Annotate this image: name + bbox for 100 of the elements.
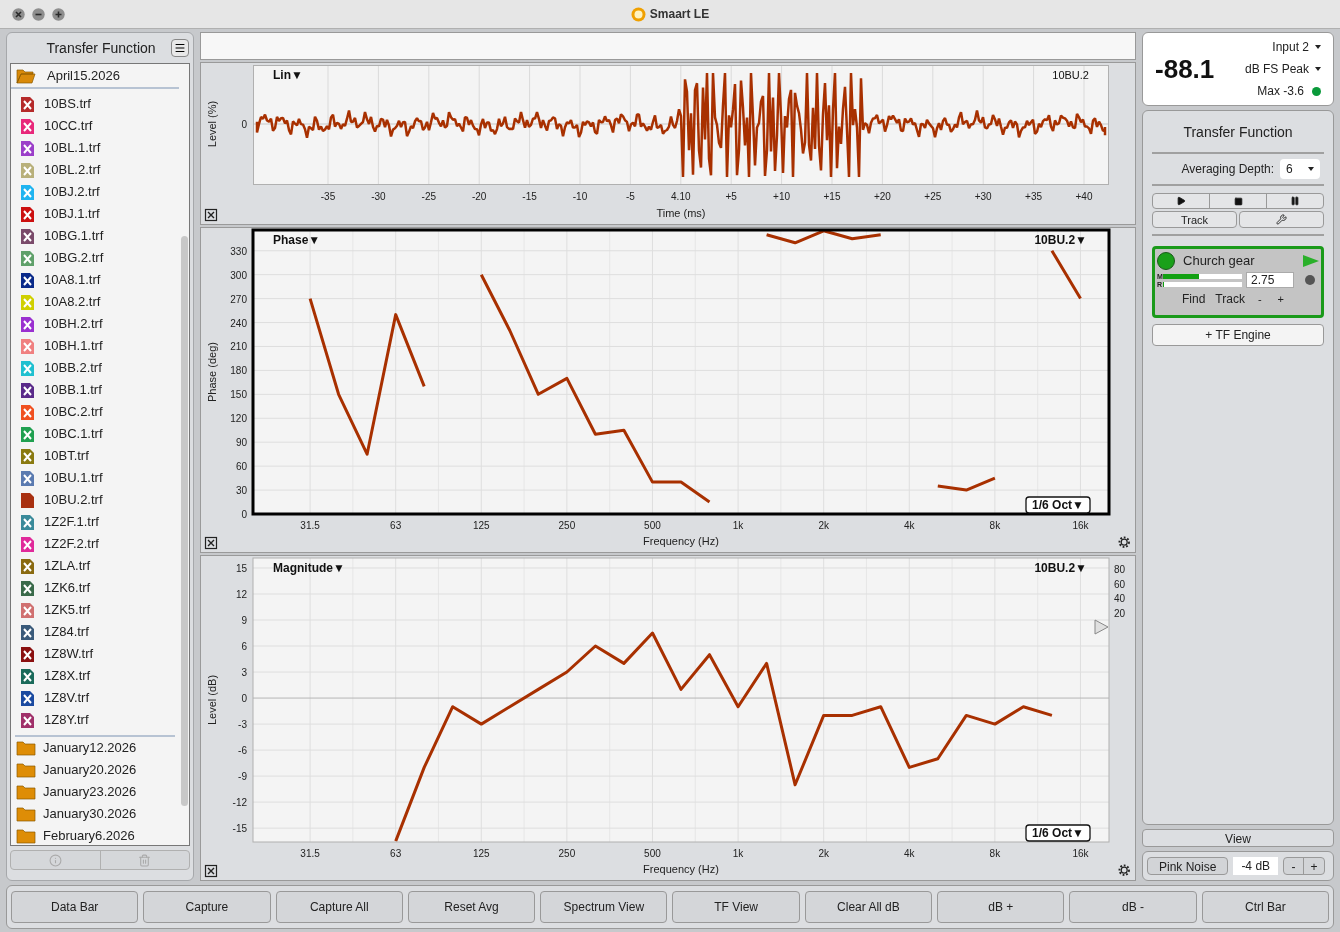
axis-tick-label: -5 (625, 191, 635, 202)
file-label: 1Z84.trf (44, 623, 89, 642)
settings-icon[interactable] (1118, 864, 1130, 876)
add-engine-button[interactable]: + TF Engine (1152, 324, 1324, 346)
minimize-button[interactable] (32, 7, 45, 21)
info-icon (48, 853, 62, 867)
input-selector[interactable]: Input 2 (1272, 38, 1321, 56)
marker-triangle-icon[interactable] (1094, 619, 1109, 635)
folder-item[interactable]: April15.2026 (11, 64, 179, 89)
axis-tick-label: 15 (235, 562, 247, 574)
folder-item[interactable]: February6.2026 (11, 825, 179, 845)
generator-button[interactable]: Pink Noise (1147, 857, 1229, 875)
axis-tick-label: 250 (558, 520, 576, 531)
zoom-button[interactable] (52, 7, 65, 21)
trace-menu[interactable]: 10BU.2▼ (1034, 561, 1087, 575)
toolbar-button[interactable]: TF View (672, 891, 800, 923)
file-item[interactable]: 10BC.2.trf (15, 401, 175, 423)
file-item[interactable]: 10BH.2.trf (15, 313, 175, 335)
engine-status-light[interactable] (1157, 251, 1175, 270)
file-item[interactable]: 1Z84.trf (15, 621, 175, 643)
folder-item[interactable]: January12.2026 (11, 737, 179, 759)
close-icon[interactable] (204, 208, 218, 222)
plot-mode-menu[interactable]: Phase▼ (273, 233, 321, 247)
file-item[interactable]: 1ZK5.trf (15, 599, 175, 621)
engine-action[interactable]: + (1274, 290, 1288, 308)
close-button[interactable] (12, 7, 25, 21)
engine-action[interactable]: Find (1182, 290, 1206, 308)
menu-button[interactable] (171, 39, 189, 57)
axis-tick-label: -20 (472, 191, 487, 202)
plot-mode-menu[interactable]: Lin▼ (273, 68, 303, 82)
settings-icon[interactable] (1118, 536, 1130, 548)
toolbar-button[interactable]: Clear All dB (804, 891, 933, 923)
folder-item[interactable]: January30.2026 (11, 803, 179, 825)
smoothing-menu[interactable]: 1/6 Oct▼ (1025, 824, 1091, 842)
file-item[interactable]: 10BB.1.trf (15, 379, 175, 401)
close-icon[interactable] (204, 864, 218, 878)
averaging-dropdown[interactable]: 6 (1280, 159, 1320, 179)
toolbar-button[interactable]: dB + (937, 891, 1065, 923)
file-label: 10BG.1.trf (44, 227, 104, 246)
view-button[interactable]: View (1142, 829, 1334, 847)
file-item[interactable]: 10BU.2.trf (15, 489, 175, 511)
step-button[interactable]: + (1304, 858, 1325, 874)
caret-icon (1315, 67, 1321, 71)
file-item[interactable]: 10BT.trf (15, 445, 175, 467)
plot-area[interactable] (251, 228, 1111, 516)
axis-tick-label: 4k (904, 520, 915, 531)
folder-icon (16, 784, 36, 800)
file-item[interactable]: 1Z8X.trf (15, 665, 175, 687)
toolbar-button[interactable]: Data Bar (11, 891, 139, 923)
file-item[interactable]: 1Z8V.trf (15, 687, 175, 709)
file-label: 10BJ.1.trf (44, 205, 100, 224)
open-folder-icon (16, 67, 36, 84)
file-label: 10BC.2.trf (44, 403, 103, 422)
axis-tick-label: 40 (1114, 593, 1126, 604)
file-item[interactable]: 1Z8Y.trf (15, 709, 175, 731)
folder-label: January20.2026 (43, 761, 137, 780)
file-item[interactable]: 10BB.2.trf (15, 357, 175, 379)
file-item[interactable]: 10A8.2.trf (15, 291, 175, 313)
engine-action[interactable]: - (1254, 290, 1265, 308)
folder-item[interactable]: January20.2026 (11, 759, 179, 781)
file-item[interactable]: 10BC.1.trf (15, 423, 175, 445)
file-item[interactable]: 10BL.2.trf (15, 159, 175, 181)
toolbar-button[interactable]: Capture (143, 891, 271, 923)
step-button[interactable]: - (1284, 858, 1305, 874)
plot-mode-menu[interactable]: Magnitude▼ (273, 561, 345, 575)
file-item[interactable]: 10BS.trf (15, 93, 175, 115)
toolbar-button[interactable]: Ctrl Bar (1201, 891, 1329, 923)
file-item[interactable]: 10CC.trf (15, 115, 175, 137)
scale-selector[interactable]: dB FS Peak (1244, 60, 1321, 78)
axis-tick-label: 210 (230, 341, 247, 353)
file-item[interactable]: 10BL.1.trf (15, 137, 175, 159)
file-item[interactable]: 10BJ.1.trf (15, 203, 175, 225)
toolbar-button[interactable]: Spectrum View (540, 891, 668, 923)
file-item[interactable]: 1ZLA.trf (15, 555, 175, 577)
file-item[interactable]: 10BH.1.trf (15, 335, 175, 357)
close-icon[interactable] (204, 536, 218, 550)
file-item[interactable]: 10BU.1.trf (15, 467, 175, 489)
toolbar-button[interactable]: dB - (1069, 891, 1197, 923)
file-item[interactable]: 1Z2F.2.trf (15, 533, 175, 555)
axis-tick-label: 60 (1114, 578, 1126, 590)
engine-action[interactable]: Track (1215, 290, 1245, 308)
file-item[interactable]: 10BG.2.trf (15, 247, 175, 269)
file-item[interactable]: 1ZK6.trf (15, 577, 175, 599)
folder-item[interactable]: January23.2026 (11, 781, 179, 803)
file-item[interactable]: 10BJ.2.trf (15, 181, 175, 203)
track-button[interactable]: Track (1152, 211, 1237, 228)
smoothing-menu[interactable]: 1/6 Oct▼ (1025, 496, 1091, 514)
toolbar-button[interactable]: Capture All (275, 891, 403, 923)
toolbar-button[interactable]: Reset Avg (407, 891, 536, 923)
axis-label: Level (%) (206, 100, 218, 148)
file-item[interactable]: 10A8.1.trf (15, 269, 175, 291)
file-item[interactable]: 1Z2F.1.trf (15, 511, 175, 533)
file-item[interactable]: 1Z8W.trf (15, 643, 175, 665)
delay-field[interactable]: 2.75 (1246, 272, 1294, 288)
trace-menu[interactable]: 10BU.2▼ (1034, 233, 1087, 247)
axis-tick-label: -15 (522, 191, 537, 202)
file-label: 1ZLA.trf (44, 557, 91, 576)
file-item[interactable]: 10BG.1.trf (15, 225, 175, 247)
axis-tick-label: 240 (230, 317, 247, 329)
axis-tick-label: 4k (904, 848, 915, 859)
